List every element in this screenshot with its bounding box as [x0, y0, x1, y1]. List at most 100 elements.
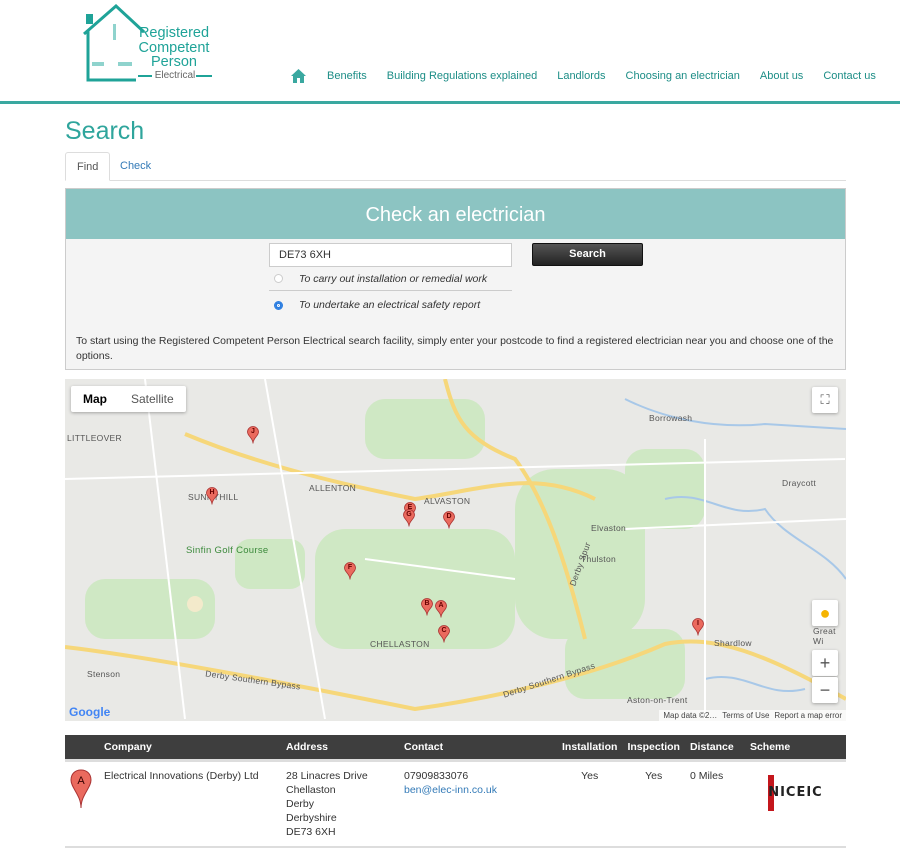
map-pin-label: H [209, 489, 215, 496]
logo-line3: Person [151, 54, 197, 70]
address-line: Derby [286, 797, 315, 810]
map-type-control: Map Satellite [71, 386, 186, 412]
results-table: Company Address Contact Installation Ins… [65, 735, 846, 848]
map-canvas [65, 379, 846, 720]
map-pin-c[interactable]: C [438, 625, 450, 643]
map-label: Borrowash [649, 413, 693, 423]
option-label: To undertake an electrical safety report [299, 299, 481, 311]
scheme-cell: NICEIC [744, 760, 846, 848]
phone: 07909833076 [404, 769, 469, 782]
map-pin-b[interactable]: B [421, 598, 433, 616]
address: 28 Linacres Drive Chellaston Derby Derby… [281, 760, 399, 848]
contact: 07909833076 ben@elec-inn.co.uk [399, 760, 557, 848]
postcode-input[interactable]: DE73 6XH [269, 243, 512, 267]
map[interactable]: Map Satellite ⛶ ● + − LITTLEOVER SUNNYHI… [65, 379, 846, 721]
nav-about-us[interactable]: About us [760, 70, 803, 82]
fullscreen-icon[interactable]: ⛶ [812, 387, 838, 413]
main-nav: Benefits Building Regulations explained … [290, 68, 876, 84]
terms-of-use-link[interactable]: Terms of Use [722, 711, 769, 720]
address-line: Derbyshire [286, 811, 337, 824]
panel-title: Check an electrician [66, 189, 845, 239]
report-map-error-link[interactable]: Report a map error [774, 711, 842, 720]
map-label: Stenson [87, 669, 121, 679]
map-label: LITTLEOVER [67, 433, 122, 443]
map-label: Sinfin Golf Course [186, 545, 269, 556]
map-pin-label: D [446, 513, 452, 520]
site-header: Registered Competent Person Electrical B… [0, 0, 900, 104]
map-pin-g[interactable]: G [403, 509, 415, 527]
col-company: Company [99, 735, 281, 762]
map-pin-h[interactable]: H [206, 487, 218, 505]
marker-a-icon[interactable]: A [70, 768, 92, 809]
col-contact: Contact [399, 735, 557, 762]
zoom-out-button[interactable]: − [812, 677, 838, 703]
nav-contact-us[interactable]: Contact us [823, 70, 876, 82]
map-pin-label: F [347, 564, 353, 571]
logo-line1: Registered [138, 25, 210, 41]
map-pin-a[interactable]: A [435, 600, 447, 618]
col-inspection: Inspection [622, 735, 685, 762]
map-label: ALVASTON [424, 496, 471, 506]
svg-text:A: A [77, 775, 85, 787]
map-label: ALLENTON [309, 483, 357, 493]
col-address: Address [281, 735, 399, 762]
address-line: 28 Linacres Drive [286, 769, 368, 782]
tabs: Find Check [65, 152, 846, 181]
radio-safety-report[interactable] [274, 300, 283, 310]
col-distance: Distance [684, 735, 745, 762]
nav-choosing-electrician[interactable]: Choosing an electrician [626, 70, 740, 82]
email-link[interactable]: ben@elec-inn.co.uk [404, 784, 497, 796]
map-pin-i[interactable]: I [692, 618, 704, 636]
company-name: Electrical Innovations (Derby) Ltd [99, 760, 281, 848]
option-label: To carry out installation or remedial wo… [299, 272, 488, 285]
table-row: A Electrical Innovations (Derby) Ltd 28 … [65, 760, 846, 848]
logo-sub: Electrical [154, 70, 196, 81]
intro-text: To start using the Registered Competent … [76, 335, 834, 362]
niceic-logo: NICEIC [750, 774, 840, 811]
map-footer: Map data ©2… Terms of Use Report a map e… [659, 710, 846, 721]
street-view-pegman-icon[interactable]: ● [812, 600, 838, 626]
search-button[interactable]: Search [532, 243, 643, 266]
logo-line2: Competent [138, 39, 210, 56]
col-installation: Installation [557, 735, 623, 762]
tab-find[interactable]: Find [65, 152, 111, 181]
option-installation[interactable]: To carry out installation or remedial wo… [269, 267, 512, 291]
map-pin-label: J [251, 428, 255, 435]
page-title: Search [65, 117, 145, 145]
map-pin-label: A [438, 602, 444, 609]
tab-check[interactable]: Check [109, 152, 162, 181]
map-pin-label: I [697, 620, 699, 627]
map-label: Shardlow [714, 638, 752, 648]
map-pin-j[interactable]: J [247, 426, 259, 444]
address-line: DE73 6XH [286, 825, 336, 838]
map-data: Map data ©2… [663, 711, 718, 720]
installation-value: Yes [557, 760, 623, 848]
nav-benefits[interactable]: Benefits [327, 70, 367, 82]
search-panel: Check an electrician DE73 6XH Search To … [65, 188, 846, 370]
google-logo: Google [69, 705, 111, 719]
inspection-value: Yes [622, 760, 685, 848]
map-label: CHELLASTON [370, 639, 430, 649]
col-scheme: Scheme [744, 735, 846, 762]
address-line: Chellaston [286, 783, 336, 796]
map-pin-d[interactable]: D [443, 511, 455, 529]
map-pin-label: B [424, 600, 430, 607]
map-label: Great Wi [813, 626, 836, 646]
col-marker [65, 735, 99, 762]
map-pin-f[interactable]: F [344, 562, 356, 580]
radio-installation[interactable] [274, 274, 283, 283]
option-safety-report[interactable]: To undertake an electrical safety report [269, 293, 512, 317]
nav-landlords[interactable]: Landlords [557, 70, 605, 82]
map-label: Draycott [782, 478, 817, 488]
distance-value: 0 Miles [684, 760, 745, 848]
map-label: Elvaston [591, 523, 627, 533]
home-icon[interactable] [290, 68, 307, 84]
map-label: Aston-on-Trent [627, 695, 688, 705]
scheme-name: NICEIC [768, 784, 823, 800]
map-pin-label: G [406, 511, 412, 518]
map-type-map[interactable]: Map [71, 386, 119, 412]
map-pin-label: C [441, 627, 447, 634]
zoom-in-button[interactable]: + [812, 650, 838, 676]
nav-building-regulations[interactable]: Building Regulations explained [387, 70, 537, 82]
map-type-satellite[interactable]: Satellite [119, 386, 186, 412]
